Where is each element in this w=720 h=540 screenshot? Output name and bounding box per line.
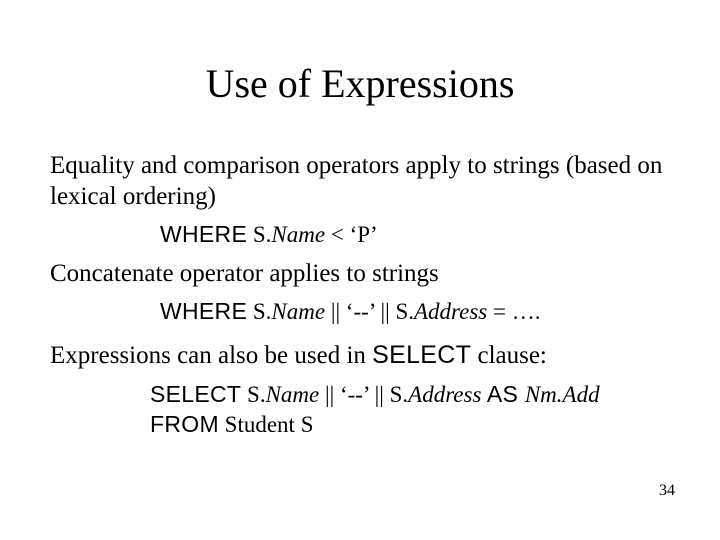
expr-post: < ‘P’: [325, 222, 378, 247]
para3-post: clause:: [471, 342, 547, 369]
col-address: Address: [408, 382, 481, 407]
slide-title: Use of Expressions: [0, 60, 720, 107]
kw-where: WHERE: [160, 221, 247, 247]
code-select-from: SELECT S.Name || ‘--’ || S.Address AS Nm…: [150, 380, 600, 440]
kw-select-inline: SELECT: [372, 341, 471, 369]
code-line-select: SELECT S.Name || ‘--’ || S.Address AS Nm…: [150, 380, 600, 410]
col-address: Address: [414, 299, 487, 324]
kw-select: SELECT: [150, 381, 241, 407]
paragraph-select: Expressions can also be used in SELECT c…: [50, 340, 680, 371]
sdot: S.: [247, 299, 271, 324]
code-where-compare: WHERE S.Name < ‘P’: [160, 220, 378, 250]
col-name: Name: [271, 299, 325, 324]
col-name: Name: [266, 382, 320, 407]
para3-pre: Expressions can also be used in: [50, 342, 372, 369]
alias: Nm.Add: [525, 382, 600, 407]
slide: Use of Expressions Equality and comparis…: [0, 0, 720, 540]
mid: || ‘--’ || S.: [319, 382, 408, 407]
from-rest: Student S: [219, 412, 314, 437]
kw-from: FROM: [150, 411, 219, 437]
code-line-from: FROM Student S: [150, 410, 600, 440]
code-where-concat: WHERE S.Name || ‘--’ || S.Address = ….: [160, 297, 540, 327]
expr-pre: S.: [247, 222, 271, 247]
tail: = ….: [487, 299, 540, 324]
kw-as: AS: [481, 381, 524, 407]
expr-name: Name: [271, 222, 325, 247]
paragraph-equality: Equality and comparison operators apply …: [50, 150, 680, 213]
page-number: 34: [659, 482, 675, 500]
mid: || ‘--’ || S.: [325, 299, 414, 324]
kw-where: WHERE: [160, 298, 247, 324]
paragraph-concat: Concatenate operator applies to strings: [50, 258, 680, 289]
sdot: S.: [241, 382, 265, 407]
